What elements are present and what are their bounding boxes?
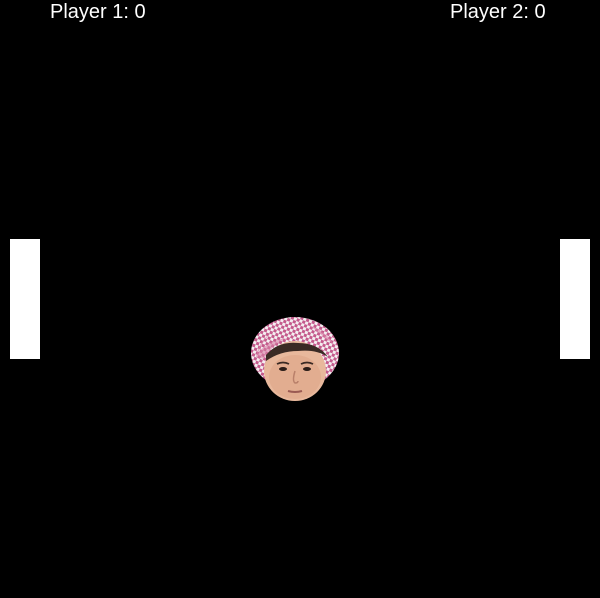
player1-score: Player 1: 0 bbox=[50, 1, 146, 23]
ball bbox=[248, 313, 342, 403]
player2-score: Player 2: 0 bbox=[450, 1, 546, 23]
game-canvas: Player 1: 0 Player 2: 0 bbox=[0, 0, 600, 598]
player1-paddle[interactable] bbox=[10, 239, 40, 359]
face-with-keffiyeh-ball-icon bbox=[251, 317, 339, 401]
player2-paddle[interactable] bbox=[560, 239, 590, 359]
